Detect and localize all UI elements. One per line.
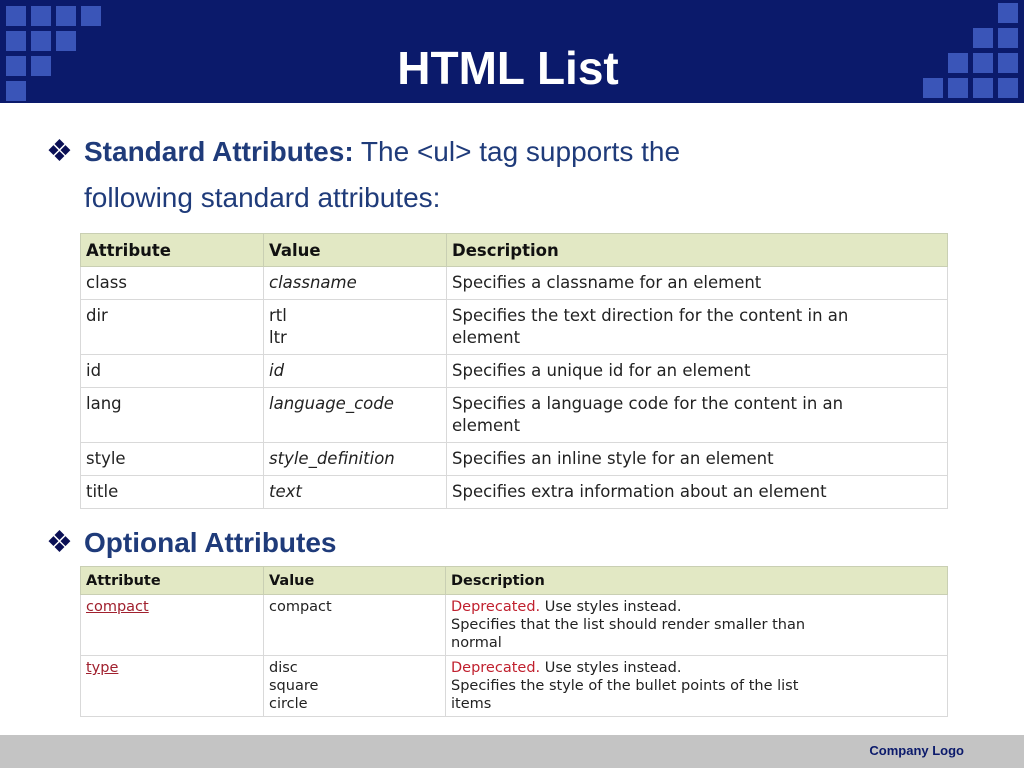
cell-description: Specifies the text direction for the con… <box>446 299 948 355</box>
cell-line: Specifies the style of the bullet points… <box>451 678 799 694</box>
table-row: dir rtl ltr Specifies the text direction fo… <box>80 299 948 355</box>
header-attribute: Attribute <box>80 566 264 595</box>
cell-line: language_code <box>269 394 394 413</box>
cell-attribute: id <box>80 354 264 388</box>
cell-attribute: title <box>80 475 264 509</box>
cell-value: compact <box>263 594 446 656</box>
cell-value: style_definition <box>263 442 447 476</box>
cell-line: compact <box>269 599 332 615</box>
cell-line: Deprecated. Use styles instead. <box>451 598 942 616</box>
deprecated-label: Deprecated. <box>451 599 541 615</box>
cell-line: circle <box>269 696 308 712</box>
table-row: style style_definition Specifies an inline… <box>80 442 948 476</box>
cell-description: Specifies a classname for an element <box>446 266 948 300</box>
table-row: type disc square circle Deprecated. Use styl… <box>80 655 948 717</box>
cell-line: disc <box>269 660 298 676</box>
header-value: Value <box>263 566 446 595</box>
cell-attribute: compact <box>80 594 264 656</box>
cell-description: Specifies extra information about an ele… <box>446 475 948 509</box>
diamond-bullet-icon: ❖ <box>46 526 73 559</box>
cell-attribute: type <box>80 655 264 717</box>
slide-footer: Company Logo <box>0 735 1024 768</box>
cell-line: items <box>451 696 492 712</box>
table-row: compact compact Deprecated. Use styles ins… <box>80 594 948 656</box>
deprecated-label: Deprecated. <box>451 660 541 676</box>
cell-line: Specifies extra information about an ele… <box>452 482 827 501</box>
cell-value: language_code <box>263 387 447 443</box>
cell-value: id <box>263 354 447 388</box>
cell-line: Specifies the text direction for the con… <box>452 306 849 325</box>
standard-attributes-table: Attribute Value Description class classna… <box>80 233 948 509</box>
cell-line: normal <box>451 635 502 651</box>
cell-attribute: dir <box>80 299 264 355</box>
company-logo: Company Logo <box>869 743 964 758</box>
cell-attribute: style <box>80 442 264 476</box>
cell-line: rtl <box>269 306 287 325</box>
cell-line: text <box>269 482 302 501</box>
cell-line: Specifies that the list should render sm… <box>451 617 806 633</box>
cell-description: Deprecated. Use styles instead. Specifies… <box>445 594 948 656</box>
cell-value: classname <box>263 266 447 300</box>
cell-line: style_definition <box>269 449 395 468</box>
cell-line: Specifies an inline style for an element <box>452 449 774 468</box>
cell-line: square <box>269 678 319 694</box>
cell-line: ltr <box>269 328 287 347</box>
cell-line: element <box>452 416 521 435</box>
header-description: Description <box>446 233 948 267</box>
cell-line: Deprecated. Use styles instead. <box>451 659 942 677</box>
standard-text-line1: The <ul> tag supports the <box>353 136 681 167</box>
table-row: lang language_code Specifies a language co… <box>80 387 948 443</box>
attribute-link[interactable]: compact <box>86 599 149 615</box>
cell-description: Specifies an inline style for an element <box>446 442 948 476</box>
cell-value: text <box>263 475 447 509</box>
cell-line: element <box>452 328 521 347</box>
table-row: id id Specifies a unique id for an element <box>80 354 948 388</box>
slide-header: HTML List <box>0 0 1024 103</box>
diamond-bullet-icon: ❖ <box>46 135 73 168</box>
table-header-row: Attribute Value Description <box>80 233 948 267</box>
cell-description: Deprecated. Use styles instead. Specifies… <box>445 655 948 717</box>
standard-text-line2: following standard attributes: <box>84 182 441 213</box>
cell-line: id <box>269 361 285 380</box>
cell-description: Specifies a language code for the conten… <box>446 387 948 443</box>
cell-line: classname <box>269 273 357 292</box>
cell-value: rtl ltr <box>263 299 447 355</box>
attribute-link[interactable]: type <box>86 660 118 676</box>
cell-line: Specifies a unique id for an element <box>452 361 751 380</box>
table-row: class classname Specifies a classname for … <box>80 266 948 300</box>
cell-value: disc square circle <box>263 655 446 717</box>
cell-line: Specifies a language code for the conten… <box>452 394 844 413</box>
optional-attributes-bullet: ❖ Optional Attributes <box>46 525 546 565</box>
table-header-row: Attribute Value Description <box>80 566 948 595</box>
standard-label: Standard Attributes: <box>84 136 354 167</box>
optional-attributes-table: Attribute Value Description compact compa… <box>80 566 948 717</box>
optional-label: Optional Attributes <box>84 527 337 558</box>
slide-title: HTML List <box>397 42 619 94</box>
cell-line: Specifies a classname for an element <box>452 273 762 292</box>
deprecated-note: Use styles instead. <box>540 599 682 615</box>
header-value: Value <box>263 233 447 267</box>
table-row: title text Specifies extra information abo… <box>80 475 948 509</box>
cell-attribute: class <box>80 266 264 300</box>
standard-attributes-bullet: ❖ Standard Attributes: The <ul> tag supp… <box>46 134 966 214</box>
header-description: Description <box>445 566 948 595</box>
cell-description: Specifies a unique id for an element <box>446 354 948 388</box>
deprecated-note: Use styles instead. <box>540 660 682 676</box>
cell-attribute: lang <box>80 387 264 443</box>
header-attribute: Attribute <box>80 233 264 267</box>
